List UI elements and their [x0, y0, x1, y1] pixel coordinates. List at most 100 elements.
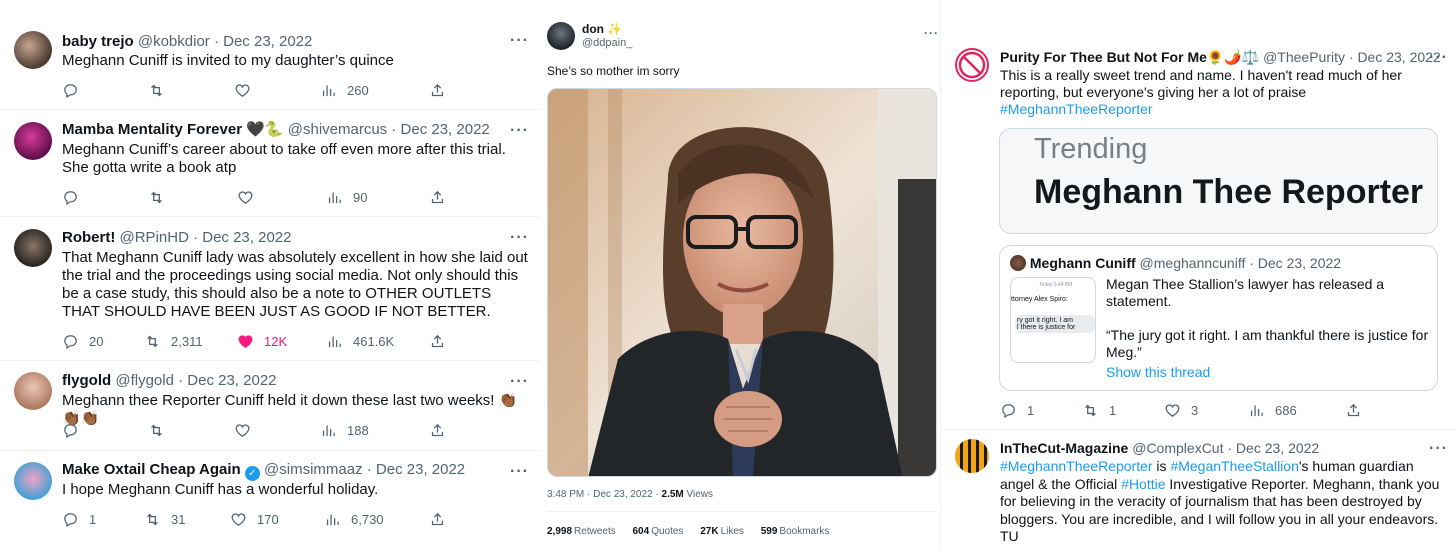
retweet-button[interactable]: [148, 420, 165, 440]
user-handle[interactable]: @kobkdior: [138, 33, 210, 50]
tweet-header: baby trejo @kobkdior · Dec 23, 2022: [62, 32, 312, 52]
retweets-stat[interactable]: 2,998 Retweets: [547, 526, 616, 537]
share-button[interactable]: [429, 331, 446, 351]
user-name[interactable]: Mamba Mentality Forever: [62, 121, 242, 138]
retweet-button[interactable]: 31: [144, 509, 185, 529]
user-name[interactable]: don ✨: [582, 22, 622, 36]
reply-button[interactable]: 1: [1000, 400, 1034, 420]
hashtag-link[interactable]: #MeghannTheeReporter: [1000, 101, 1153, 117]
tweet-baby-trejo[interactable]: baby trejo @kobkdior · Dec 23, 2022 ··· …: [0, 20, 540, 110]
tweet-flygold[interactable]: flygold @flygold · Dec 23, 2022 ··· Megh…: [0, 361, 540, 451]
reply-button[interactable]: [62, 420, 79, 440]
share-button[interactable]: [429, 509, 446, 529]
tweet-date[interactable]: · Dec 23, 2022: [1227, 440, 1319, 456]
views-button[interactable]: 90: [326, 187, 367, 207]
avatar[interactable]: [955, 48, 989, 82]
views-button[interactable]: 260: [320, 80, 369, 100]
tweet-date[interactable]: · Dec 23, 2022: [214, 33, 312, 50]
retweet-button[interactable]: 1: [1082, 400, 1116, 420]
retweet-button[interactable]: 2,311: [144, 331, 203, 351]
tweet-purity[interactable]: Purity For Thee But Not For Me🌻🌶️⚖️ @The…: [941, 0, 1456, 430]
quote-thumbnail[interactable]: Today 3:44 PM ttorney Alex Spiro: ry got…: [1010, 277, 1096, 363]
like-button[interactable]: [234, 420, 251, 440]
user-handle[interactable]: @RPinHD: [120, 229, 189, 246]
share-button[interactable]: [429, 187, 446, 207]
quote-user-handle[interactable]: @meghanncuniff · Dec 23, 2022: [1140, 255, 1342, 271]
tweet-text-body: This is a really sweet trend and name. I…: [1000, 67, 1402, 100]
more-options-icon[interactable]: ···: [510, 464, 529, 480]
user-handle[interactable]: @ComplexCut: [1132, 440, 1223, 456]
retweet-button[interactable]: [148, 80, 165, 100]
reply-button[interactable]: [62, 187, 79, 207]
tweet-date[interactable]: · Dec 23, 2022: [391, 121, 489, 138]
bookmarks-stat[interactable]: 599 Bookmarks: [761, 526, 830, 537]
reply-button[interactable]: [62, 80, 79, 100]
more-options-icon[interactable]: ···: [1429, 441, 1448, 457]
tweet-date[interactable]: · Dec 23, 2022: [178, 372, 276, 389]
retweet-button[interactable]: [148, 187, 165, 207]
avatar[interactable]: [14, 372, 52, 410]
reply-button[interactable]: 20: [62, 331, 103, 351]
like-button[interactable]: 12K: [237, 331, 287, 351]
views-button[interactable]: 6,730: [324, 509, 384, 529]
share-button[interactable]: [429, 420, 446, 440]
avatar[interactable]: [955, 439, 989, 473]
like-button[interactable]: [234, 80, 251, 100]
tweet-robert[interactable]: Robert! @RPinHD · Dec 23, 2022 ··· That …: [0, 217, 540, 361]
quotes-stat[interactable]: 604 Quotes: [633, 526, 684, 537]
views-button[interactable]: 461.6K: [326, 331, 394, 351]
more-options-icon[interactable]: ···: [924, 27, 939, 39]
avatar[interactable]: [1010, 255, 1026, 271]
user-handle[interactable]: @flygold: [115, 372, 174, 389]
tweet-date[interactable]: · Dec 23, 2022: [1349, 49, 1441, 65]
more-options-icon[interactable]: ···: [1429, 50, 1448, 66]
tweet-timestamp[interactable]: 3:48 PM · Dec 23, 2022 ·: [547, 489, 662, 500]
tweet-mamba-mentality[interactable]: Mamba Mentality Forever 🖤🐍 @shivemarcus …: [0, 110, 540, 217]
avatar[interactable]: [14, 229, 52, 267]
hashtag-link[interactable]: #MeganTheeStallion: [1170, 458, 1298, 474]
avatar[interactable]: [14, 31, 52, 69]
share-button[interactable]: [429, 80, 446, 100]
user-name[interactable]: Make Oxtail Cheap Again: [62, 461, 241, 478]
user-name[interactable]: baby trejo: [62, 33, 134, 50]
user-name[interactable]: InTheCut-Magazine: [1000, 440, 1128, 456]
more-options-icon[interactable]: ···: [510, 123, 529, 139]
like-button[interactable]: 3: [1164, 400, 1198, 420]
user-handle[interactable]: @TheePurity: [1263, 49, 1345, 65]
views-button[interactable]: 188: [320, 420, 369, 440]
likes-stat[interactable]: 27K Likes: [700, 526, 744, 537]
quote-user-name[interactable]: Meghann Cuniff: [1030, 255, 1136, 271]
user-name[interactable]: Purity For Thee But Not For Me: [1000, 49, 1207, 65]
tweet-date[interactable]: · Dec 23, 2022: [193, 229, 291, 246]
share-icon: [1345, 402, 1362, 419]
share-button[interactable]: [1345, 400, 1362, 420]
more-options-icon[interactable]: ···: [510, 374, 529, 390]
views-button[interactable]: 686: [1248, 400, 1297, 420]
more-options-icon[interactable]: ···: [510, 230, 529, 246]
reply-button[interactable]: 1: [62, 509, 96, 529]
user-name[interactable]: flygold: [62, 372, 111, 389]
user-handle[interactable]: @ddpain_: [582, 37, 632, 49]
show-thread-link[interactable]: Show this thread: [1106, 364, 1210, 380]
tweet-inthecut[interactable]: InTheCut-Magazine @ComplexCut · Dec 23, …: [941, 430, 1456, 551]
avatar[interactable]: [14, 462, 52, 500]
trending-image-card[interactable]: Trending Meghann Thee Reporter: [999, 128, 1438, 234]
hashtag-link[interactable]: #MeghannTheeReporter: [1000, 458, 1153, 474]
user-handle[interactable]: @shivemarcus: [288, 121, 387, 138]
tweet-header: Make Oxtail Cheap Again ✓ @simsimmaaz · …: [62, 460, 465, 481]
avatar[interactable]: [14, 122, 52, 160]
like-button[interactable]: [237, 187, 254, 207]
views-icon: [326, 333, 343, 350]
hashtag-link[interactable]: #Hottie: [1121, 476, 1165, 492]
like-button[interactable]: 170: [230, 509, 279, 529]
quoted-tweet[interactable]: Meghann Cuniff @meghanncuniff · Dec 23, …: [999, 245, 1438, 391]
tweet-text: #MeghannTheeReporter is #MeganTheeStalli…: [1000, 458, 1445, 546]
avatar[interactable]: [547, 22, 575, 50]
user-handle[interactable]: @simsimmaaz: [264, 461, 363, 478]
tweet-date[interactable]: · Dec 23, 2022: [367, 461, 465, 478]
views-label: Views: [686, 489, 714, 500]
tweet-make-oxtail[interactable]: Make Oxtail Cheap Again ✓ @simsimmaaz · …: [0, 451, 540, 551]
more-options-icon[interactable]: ···: [510, 33, 529, 49]
user-name[interactable]: Robert!: [62, 229, 115, 246]
tweet-photo[interactable]: [547, 88, 937, 477]
